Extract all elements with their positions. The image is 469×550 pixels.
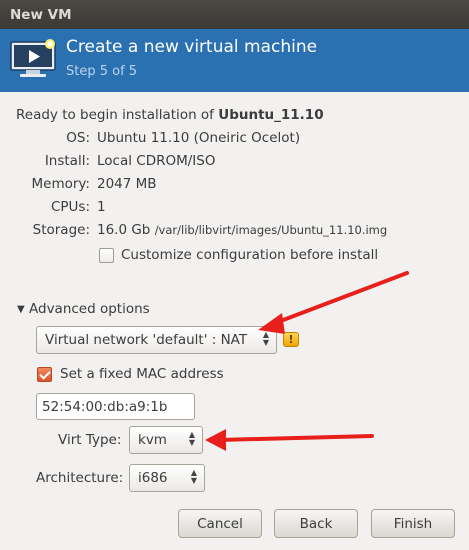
network-select[interactable]: Virtual network 'default' : NAT ▲ ▼	[36, 326, 277, 354]
os-label: OS:	[66, 130, 90, 146]
memory-value: 2047 MB	[97, 176, 157, 192]
ready-intro: Ready to begin installation of	[16, 107, 219, 123]
up-down-arrows-icon: ▲ ▼	[188, 430, 196, 447]
cancel-button[interactable]: Cancel	[178, 509, 262, 538]
storage-value: 16.0 Gb /var/lib/libvirt/images/Ubuntu_1…	[97, 222, 387, 238]
triangle-down-icon: ▼	[17, 304, 25, 315]
fixed-mac-checkbox[interactable]	[37, 367, 52, 382]
advanced-options-expander[interactable]: ▼ Advanced options	[17, 301, 150, 317]
wizard-step: Step 5 of 5	[66, 64, 138, 79]
annotation-arrow-network	[258, 271, 409, 334]
storage-label: Storage:	[32, 222, 90, 238]
architecture-select[interactable]: i686 ▲ ▼	[129, 464, 205, 492]
back-button[interactable]: Back	[274, 509, 358, 538]
vm-name: Ubuntu_11.10	[218, 107, 324, 123]
advanced-options-label: Advanced options	[29, 301, 150, 317]
ready-summary: Ready to begin installation of Ubuntu_11…	[16, 107, 324, 123]
finish-button[interactable]: Finish	[371, 509, 455, 538]
os-value: Ubuntu 11.10 (Oneiric Ocelot)	[97, 130, 301, 146]
fixed-mac-label[interactable]: Set a fixed MAC address	[60, 366, 224, 382]
cpus-label: CPUs:	[50, 199, 90, 215]
install-value: Local CDROM/ISO	[97, 153, 216, 169]
wizard-title: Create a new virtual machine	[66, 37, 318, 57]
virt-type-select[interactable]: kvm ▲ ▼	[129, 426, 203, 454]
up-down-arrows-icon: ▲ ▼	[190, 468, 198, 485]
customize-checkbox[interactable]	[99, 248, 114, 263]
customize-label[interactable]: Customize configuration before install	[121, 247, 378, 263]
virt-type-label: Virt Type:	[58, 432, 122, 448]
storage-path: /var/lib/libvirt/images/Ubuntu_11.10.img	[154, 223, 388, 237]
up-down-arrows-icon: ▲ ▼	[262, 330, 270, 347]
cpus-value: 1	[97, 199, 106, 215]
warning-icon: !	[283, 332, 299, 347]
annotation-arrow-virt-type	[205, 429, 374, 451]
virt-type-value: kvm	[138, 432, 167, 448]
wizard-banner: Create a new virtual machine Step 5 of 5	[0, 29, 469, 92]
architecture-value: i686	[138, 470, 168, 486]
window-title: New VM	[0, 0, 469, 29]
architecture-label: Architecture:	[36, 470, 124, 486]
install-label: Install:	[44, 153, 90, 169]
mac-address-input[interactable]: 52:54:00:db:a9:1b	[36, 393, 195, 420]
monitor-play-icon	[9, 37, 59, 79]
storage-size: 16.0 Gb	[97, 222, 151, 238]
network-select-value: Virtual network 'default' : NAT	[45, 332, 248, 348]
memory-label: Memory:	[31, 176, 90, 192]
